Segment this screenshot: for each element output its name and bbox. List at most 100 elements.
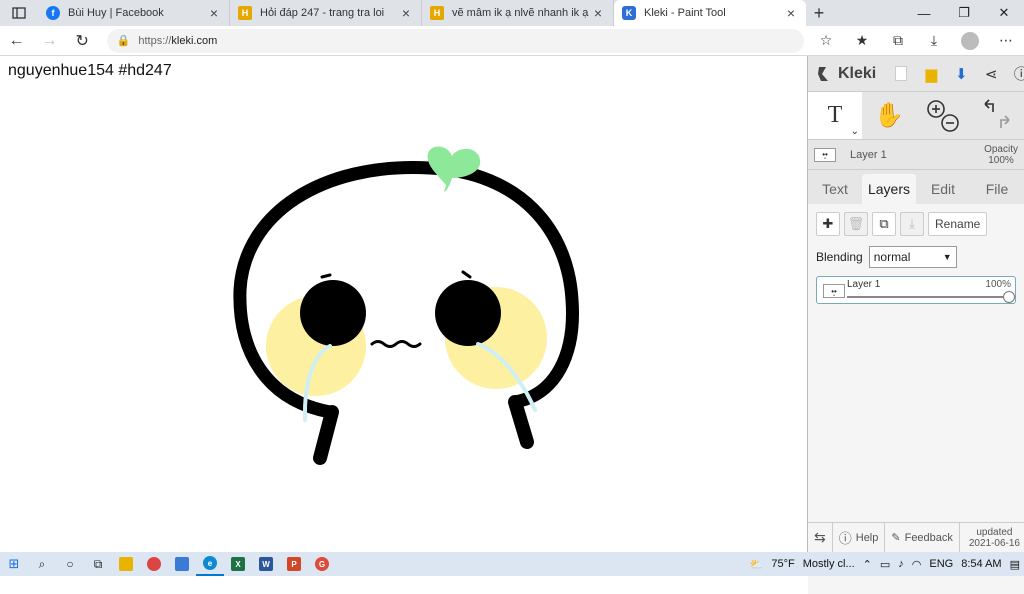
add-favorite-icon[interactable]: ☆ (808, 32, 844, 50)
weather-text[interactable]: Mostly cl... (799, 558, 859, 570)
layer-opacity-slider[interactable] (847, 291, 1015, 303)
browser-tab-hoidap[interactable]: H Hỏi đáp 247 - trang tra loi × (230, 0, 422, 26)
tab-edit[interactable]: Edit (916, 174, 970, 204)
layer-opacity-readout: Opacity 100% (984, 144, 1018, 166)
close-icon[interactable]: × (784, 5, 798, 21)
tab-title: Bùi Huy | Facebook (68, 7, 164, 19)
download-icon[interactable]: ⬇ (946, 63, 976, 84)
text-tool-icon: T (827, 102, 843, 128)
profile-avatar[interactable] (952, 31, 988, 50)
share-icon[interactable]: ⋖ (976, 63, 1006, 84)
browser-tab-facebook[interactable]: f Bùi Huy | Facebook × (38, 0, 230, 26)
hand-icon: ✋ (874, 102, 904, 129)
feedback-button[interactable]: ✎ Feedback (885, 522, 960, 553)
windows-taskbar: ⊞ ⌕ ○ ⧉ e X W P G ⛅ 75°F Mostly cl... ⌃ … (0, 552, 1024, 576)
excel-button[interactable]: X (224, 552, 252, 576)
tab-file[interactable]: File (970, 174, 1024, 204)
app-icon (147, 557, 161, 571)
rename-button[interactable]: Rename (928, 212, 988, 236)
chevron-up-icon[interactable]: ⌃ (859, 558, 876, 571)
battery-icon[interactable]: ▭ (876, 558, 894, 571)
duplicate-layer-button[interactable]: ⧉ (872, 212, 896, 236)
chevron-down-icon: ▼ (942, 252, 952, 262)
blending-value: normal (873, 250, 911, 264)
temperature[interactable]: 75°F (767, 558, 798, 570)
notifications-icon[interactable]: ▤ (1006, 558, 1024, 571)
search-button[interactable]: ⌕ (28, 552, 56, 576)
layer-thumbnail: •̥• (823, 284, 845, 298)
search-icon: ⌕ (38, 556, 46, 571)
more-menu-icon[interactable]: ⋯ (988, 32, 1024, 50)
refresh-button[interactable]: ↻ (66, 31, 99, 51)
downloads-icon[interactable]: ⤓ (916, 32, 952, 50)
updated-label: updated (976, 526, 1013, 538)
app-button[interactable] (140, 552, 168, 576)
left-arm (313, 405, 339, 465)
drawing-canvas[interactable]: nguyenhue154 #hd247 (0, 56, 808, 552)
volume-icon[interactable]: ♪ (894, 558, 908, 570)
chevron-down-icon[interactable]: ⌄ (851, 126, 859, 137)
pen-icon: ✎ (891, 532, 901, 544)
url-field[interactable]: 🔒 https://kleki.com (106, 28, 804, 53)
open-folder-icon[interactable]: ▆ (916, 63, 946, 84)
slider-handle[interactable] (1003, 291, 1015, 303)
browser-tab-question[interactable]: H vẽ mâm ik ạ nlvẽ nhanh ik ạ để × (422, 0, 614, 26)
delete-layer-button[interactable]: 🗑 (844, 212, 868, 236)
tab-layers[interactable]: Layers (862, 174, 916, 204)
updated-date: 2021-06-16 (968, 537, 1020, 549)
panel-tabs: Text Layers Edit File (808, 174, 1024, 204)
help-icon[interactable]: ⓘ (1006, 63, 1024, 84)
word-button[interactable]: W (252, 552, 280, 576)
kleki-logo[interactable]: Kleki (816, 65, 876, 83)
wifi-icon[interactable]: ◠ (908, 558, 926, 571)
blending-select[interactable]: normal ▼ (868, 246, 957, 268)
edge-button[interactable]: e (196, 552, 224, 576)
facebook-icon: f (46, 6, 60, 20)
tab-title: Kleki - Paint Tool (644, 7, 726, 19)
new-tab-button[interactable]: + (806, 0, 832, 26)
undo-redo-button[interactable] (970, 92, 1024, 139)
task-view-button[interactable]: ⧉ (84, 552, 112, 576)
close-icon[interactable]: × (207, 5, 221, 21)
powerpoint-button[interactable]: P (280, 552, 308, 576)
collections-icon[interactable]: ⧉ (880, 32, 916, 50)
tab-title: vẽ mâm ik ạ nlvẽ nhanh ik ạ để (452, 7, 591, 19)
language-indicator[interactable]: ENG (925, 558, 957, 570)
restore-icon[interactable]: ❐ (944, 0, 984, 26)
start-button[interactable]: ⊞ (0, 552, 28, 576)
text-tool-button[interactable]: T ⌄ (808, 92, 862, 139)
close-window-icon[interactable]: ✕ (984, 0, 1024, 26)
desktop-button[interactable] (168, 552, 196, 576)
forward-button[interactable]: → (33, 32, 66, 50)
add-layer-button[interactable]: ✚ (816, 212, 840, 236)
browser-tab-kleki[interactable]: K Kleki - Paint Tool × (614, 0, 806, 26)
merge-layer-button[interactable]: ⤓ (900, 212, 924, 236)
powerpoint-icon: P (287, 557, 301, 571)
favorites-icon[interactable]: ★ (844, 32, 880, 50)
lock-icon[interactable]: 🔒 (117, 34, 131, 47)
minimize-icon[interactable]: — (904, 0, 944, 26)
excel-icon: X (231, 557, 245, 571)
hand-tool-button[interactable]: ✋ (862, 92, 916, 139)
back-button[interactable]: ← (0, 32, 33, 50)
layer-thumbnail: •̥• (814, 147, 836, 162)
file-explorer-button[interactable] (112, 552, 140, 576)
help-label: Help (855, 531, 879, 544)
zoom-in-out-icon (927, 99, 959, 132)
tab-text[interactable]: Text (808, 174, 862, 204)
chrome-button[interactable]: G (308, 552, 336, 576)
swap-sides-button[interactable]: ⇆ (808, 522, 833, 553)
task-view-icon: ⧉ (93, 556, 103, 571)
tab-actions-icon[interactable] (0, 0, 38, 26)
close-icon[interactable]: × (591, 5, 605, 21)
cortana-button[interactable]: ○ (56, 552, 84, 576)
weather-icon[interactable]: ⛅ (746, 558, 768, 571)
clock[interactable]: 8:54 AM (957, 558, 1005, 570)
word-icon: W (259, 557, 273, 571)
close-icon[interactable]: × (399, 5, 413, 21)
help-button[interactable]: ⓘ Help (833, 522, 886, 553)
hoidap-icon: H (430, 6, 444, 20)
layer-list-item[interactable]: •̥• Layer 1 100% (816, 276, 1016, 304)
new-image-icon[interactable] (886, 63, 916, 84)
zoom-tool-button[interactable] (916, 92, 970, 139)
